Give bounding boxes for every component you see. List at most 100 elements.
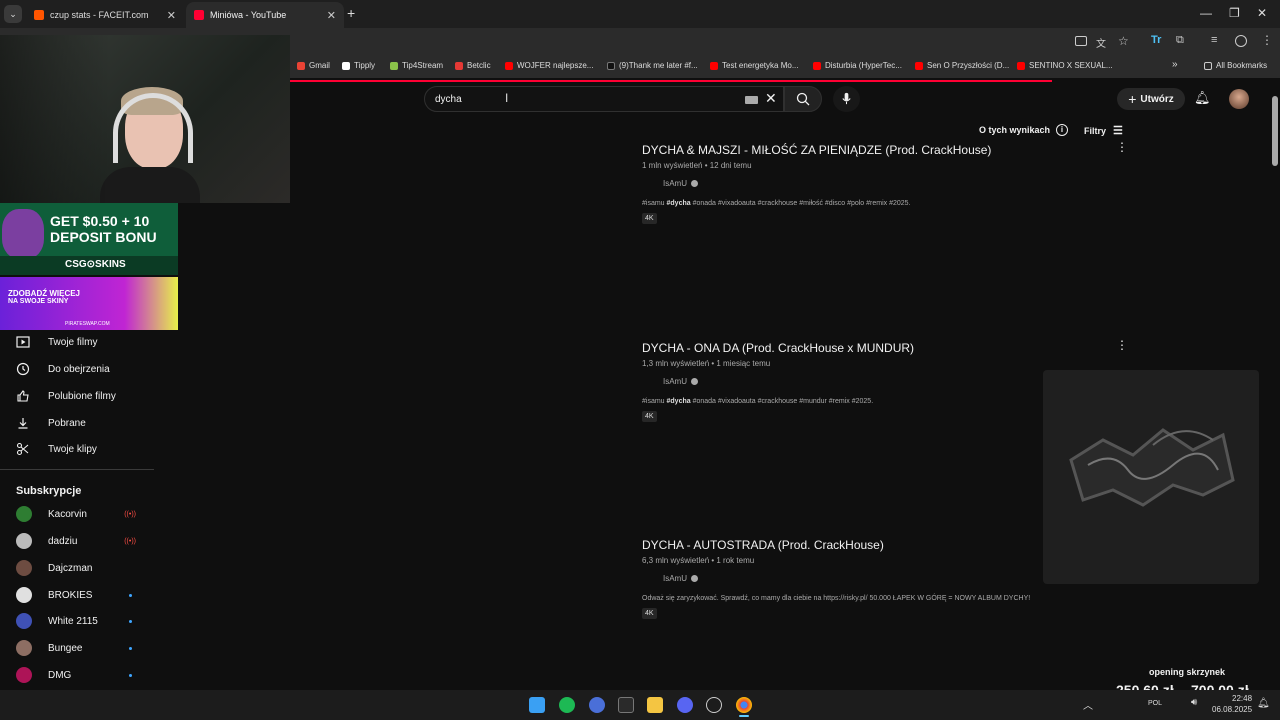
- bookmark[interactable]: SENTINO X SEXUAL...: [1017, 61, 1113, 70]
- bookmark[interactable]: Tip4Stream: [390, 61, 443, 70]
- desc-text: #isamu: [642, 398, 667, 405]
- cast-icon[interactable]: [1075, 36, 1087, 46]
- tab-youtube[interactable]: Miniówa - YouTube ✕: [186, 2, 344, 28]
- tab-faceit[interactable]: czup stats - FACEIT.com ✕: [26, 2, 184, 28]
- video-title[interactable]: DYCHA & MAJSZI - MIŁOŚĆ ZA PIENIĄDZE (Pr…: [642, 143, 1112, 157]
- search-input[interactable]: dycha I ✕: [424, 86, 784, 112]
- search-button[interactable]: [784, 86, 822, 112]
- restore-icon[interactable]: ❐: [1229, 6, 1240, 20]
- language-indicator[interactable]: POL: [1148, 700, 1162, 707]
- sidebar-item-watch-later[interactable]: Do obejrzenia: [16, 362, 110, 376]
- search-result[interactable]: DYCHA & MAJSZI - MIŁOŚĆ ZA PIENIĄDZE (Pr…: [642, 143, 1112, 225]
- subscription-dmg[interactable]: DMG: [16, 667, 136, 683]
- bookmark-label: SENTINO X SEXUAL...: [1029, 61, 1113, 70]
- folder-icon: [1204, 61, 1212, 70]
- bookmark-label: Gmail: [309, 61, 330, 70]
- bookmark[interactable]: Betclic: [455, 61, 491, 70]
- bookmark[interactable]: Test energetyka Mo...: [710, 61, 798, 70]
- csgoskins-ad: GET $0.50 + 10 DEPOSIT BONU CSG⊙SKINS: [0, 203, 178, 275]
- bookmark[interactable]: (9)Thank me later #f...: [607, 61, 698, 70]
- folder-icon[interactable]: [647, 697, 663, 713]
- extension-icon[interactable]: Tr: [1151, 34, 1161, 46]
- desc-text: #onada #vixadoauta #crackhouse #mundur #…: [690, 398, 874, 405]
- notification-icon[interactable]: 🔔︎: [1257, 698, 1270, 709]
- subscription-bungee[interactable]: Bungee: [16, 640, 136, 656]
- channel-name: IsAmU: [663, 179, 687, 188]
- bookmark[interactable]: WOJFER najlepsze...: [505, 61, 593, 70]
- app-icon[interactable]: [589, 697, 605, 713]
- bookmark[interactable]: Tipply: [342, 61, 375, 70]
- tab-search-button[interactable]: ⌄: [4, 5, 22, 23]
- sidebar-item-clips[interactable]: Twoje klipy: [16, 442, 97, 456]
- subscription-brokies[interactable]: BROKIES: [16, 587, 136, 603]
- subscriptions-heading[interactable]: Subskrypcje: [16, 485, 81, 497]
- clear-search-icon[interactable]: ✕: [765, 90, 777, 107]
- video-title[interactable]: DYCHA - ONA DA (Prod. CrackHouse x MUNDU…: [642, 341, 1112, 355]
- media-icon[interactable]: ≡: [1211, 34, 1217, 46]
- filters-button[interactable]: Filtry ☰: [1084, 124, 1123, 137]
- avatar[interactable]: [1229, 89, 1249, 109]
- profile-icon[interactable]: [1235, 35, 1247, 47]
- more-options-icon[interactable]: ⋮: [1116, 140, 1128, 154]
- desc-text: Odważ się zaryzykować. Sprawdź, co mamy …: [642, 595, 1031, 602]
- voice-search-button[interactable]: [833, 86, 860, 112]
- minimize-icon[interactable]: —: [1200, 6, 1212, 20]
- bookmark[interactable]: Gmail: [297, 61, 330, 70]
- create-label: Utwórz: [1140, 93, 1174, 105]
- notifications-bell-icon[interactable]: 🔔︎: [1194, 90, 1211, 106]
- video-title[interactable]: DYCHA - AUTOSTRADA (Prod. CrackHouse): [642, 538, 1112, 552]
- close-icon[interactable]: ✕: [327, 9, 336, 22]
- sidebar-item-liked[interactable]: Polubione filmy: [16, 389, 116, 403]
- create-button[interactable]: + Utwórz: [1117, 88, 1185, 110]
- subscription-white-2115[interactable]: White 2115: [16, 613, 136, 629]
- bookmark[interactable]: Disturbia (HyperTec...: [813, 61, 902, 70]
- windows-start-icon[interactable]: [529, 697, 545, 713]
- filters-label: Filtry: [1084, 125, 1107, 136]
- chrome-icon[interactable]: [736, 697, 752, 713]
- ad-text: NA SWOJE SKINY: [8, 298, 69, 305]
- keyboard-icon[interactable]: [745, 96, 758, 104]
- puzzle-icon[interactable]: ⧉: [1176, 34, 1184, 47]
- ad-character: [2, 209, 44, 259]
- spotify-icon[interactable]: [559, 697, 575, 713]
- subscription-kacorvin[interactable]: Kacorvin ((•)): [16, 506, 136, 522]
- sidebar-item-your-videos[interactable]: Twoje filmy: [16, 335, 97, 349]
- close-icon[interactable]: ✕: [167, 9, 176, 22]
- star-icon[interactable]: ☆: [1118, 34, 1129, 48]
- avatar: [16, 613, 32, 629]
- live-icon: ((•)): [124, 510, 136, 518]
- youtube-icon: [813, 61, 821, 70]
- search-result[interactable]: DYCHA - AUTOSTRADA (Prod. CrackHouse) 6,…: [642, 538, 1112, 620]
- scrollbar[interactable]: [1270, 85, 1280, 690]
- more-options-icon[interactable]: ⋮: [1116, 338, 1128, 352]
- steam-icon[interactable]: [706, 697, 722, 713]
- search-result[interactable]: DYCHA - ONA DA (Prod. CrackHouse x MUNDU…: [642, 341, 1112, 423]
- subscription-dajczman[interactable]: Dajczman: [16, 560, 136, 576]
- about-results[interactable]: O tych wynikach i: [979, 124, 1069, 136]
- ad-text: ZDOBADŹ WIĘCEJ: [8, 289, 80, 298]
- sidebar-divider: [0, 469, 154, 470]
- subscription-dadziu[interactable]: dadziu ((•)): [16, 533, 136, 549]
- bookmark[interactable]: Sen O Przyszłości (D...: [915, 61, 1009, 70]
- menu-icon[interactable]: ⋮: [1261, 33, 1273, 47]
- chevron-right-icon[interactable]: »: [1172, 59, 1178, 70]
- discord-icon[interactable]: [677, 697, 693, 713]
- youtube-icon: [194, 10, 204, 20]
- video-description: #isamu #dycha #onada #vixadoauta #crackh…: [642, 398, 1112, 405]
- video-description: Odważ się zaryzykować. Sprawdź, co mamy …: [642, 595, 1112, 602]
- close-window-icon[interactable]: ✕: [1257, 6, 1267, 20]
- sliders-icon: ☰: [1113, 125, 1123, 137]
- channel-link[interactable]: IsAmU: [663, 179, 1112, 188]
- new-tab-button[interactable]: +: [347, 5, 355, 21]
- sidebar-item-downloads[interactable]: Pobrane: [16, 416, 86, 430]
- pirateswap-ad: ZDOBADŹ WIĘCEJ NA SWOJE SKINY PIRATESWAP…: [0, 277, 178, 330]
- volume-icon[interactable]: 🔊︎: [1191, 697, 1197, 708]
- chevron-up-icon[interactable]: ︿: [1083, 697, 1093, 712]
- translate-icon[interactable]: 文: [1096, 35, 1106, 50]
- scrollbar-thumb[interactable]: [1272, 96, 1278, 166]
- clock-time[interactable]: 22:48: [1232, 694, 1252, 703]
- clock-date[interactable]: 06.08.2025: [1212, 705, 1252, 714]
- epic-games-icon[interactable]: [618, 697, 634, 713]
- all-bookmarks[interactable]: All Bookmarks: [1204, 61, 1267, 70]
- thumb-up-icon: [17, 390, 29, 402]
